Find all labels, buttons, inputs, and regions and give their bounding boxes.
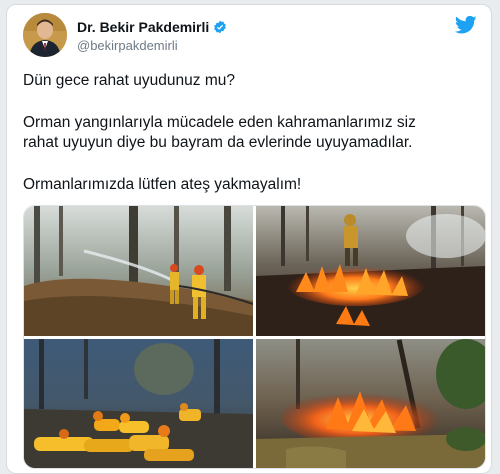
author-display-name-row[interactable]: Dr. Bekir Pakdemirli	[77, 19, 227, 35]
tweet-card: Dr. Bekir Pakdemirli @bekirpakdemirli Dü…	[6, 4, 492, 474]
firefighters-hose-forest-photo[interactable]	[24, 206, 253, 336]
tweet-paragraph-2-line-2: rahat uyuyun diye bu bayram da evlerinde…	[23, 134, 413, 151]
author-handle[interactable]: @bekirpakdemirli	[77, 38, 227, 53]
tweet-header: Dr. Bekir Pakdemirli @bekirpakdemirli	[23, 13, 477, 61]
tweet-paragraph-1: Dün gece rahat uyudunuz mu?	[23, 72, 235, 89]
forest-fire-flames-photo[interactable]	[256, 339, 485, 468]
tweet-paragraph-3: Ormanlarımızda lütfen ateş yakmayalım!	[23, 176, 302, 193]
avatar[interactable]	[23, 13, 67, 57]
author-display-name[interactable]: Dr. Bekir Pakdemirli	[77, 19, 209, 35]
tweet-paragraph-2-line-1: Orman yangınlarıyla mücadele eden kahram…	[23, 114, 416, 131]
verified-badge-icon	[213, 20, 227, 34]
burning-ground-firefighter-photo[interactable]	[256, 206, 485, 336]
twitter-bird-icon[interactable]	[454, 15, 477, 35]
media-gallery	[23, 205, 486, 469]
resting-firefighters-photo[interactable]	[24, 339, 253, 468]
